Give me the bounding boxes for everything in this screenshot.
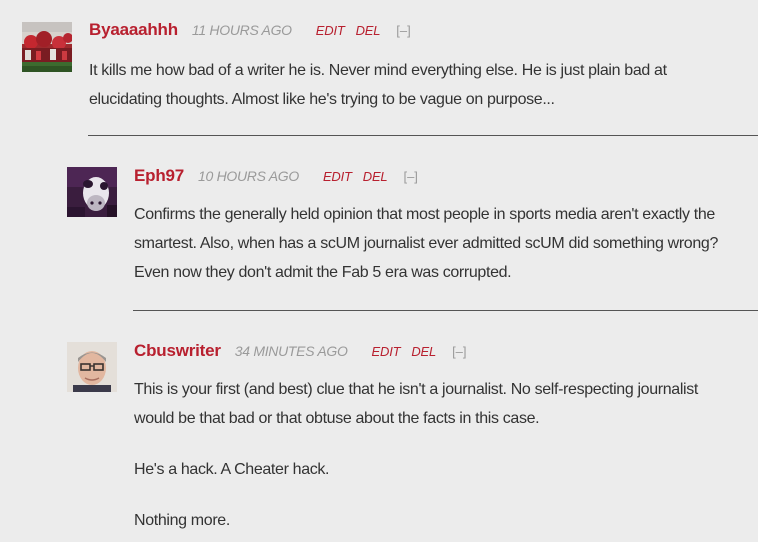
comment-paragraph: This is your first (and best) clue that … — [134, 381, 699, 427]
delete-link[interactable]: DEL — [363, 169, 388, 184]
edit-link[interactable]: EDIT — [316, 23, 345, 38]
avatar[interactable] — [67, 342, 117, 392]
comment-body: This is your first (and best) clue that … — [134, 375, 740, 535]
edit-link[interactable]: EDIT — [372, 344, 401, 359]
comment-paragraph: It kills me how bad of a writer he is. N… — [89, 62, 667, 108]
author-name[interactable]: Eph97 — [134, 166, 184, 186]
comment-header: Cbuswriter 34 MINUTES AGO EDIT DEL [–] — [134, 341, 467, 361]
avatar[interactable] — [67, 167, 117, 217]
collapse-toggle[interactable]: [–] — [403, 169, 417, 184]
edit-link[interactable]: EDIT — [323, 169, 352, 184]
comment-body: It kills me how bad of a writer he is. N… — [89, 56, 729, 114]
timestamp: 10 HOURS AGO — [198, 168, 299, 184]
comment-body: Confirms the generally held opinion that… — [134, 200, 740, 287]
collapse-toggle[interactable]: [–] — [452, 344, 466, 359]
delete-link[interactable]: DEL — [356, 23, 381, 38]
comment-paragraph: Nothing more. — [134, 512, 230, 529]
author-name[interactable]: Byaaaahhh — [89, 20, 178, 40]
delete-link[interactable]: DEL — [411, 344, 436, 359]
comment-paragraph: He's a hack. A Cheater hack. — [134, 461, 330, 478]
comment-paragraph: Confirms the generally held opinion that… — [134, 206, 719, 281]
author-name[interactable]: Cbuswriter — [134, 341, 221, 361]
timestamp: 11 HOURS AGO — [191, 22, 292, 38]
collapse-toggle[interactable]: [–] — [396, 23, 410, 38]
timestamp: 34 MINUTES AGO — [234, 343, 348, 359]
avatar[interactable] — [22, 22, 72, 72]
comment-divider — [133, 310, 758, 311]
comment-header: Byaaaahhh 11 HOURS AGO EDIT DEL [–] — [89, 20, 411, 40]
comment-divider — [88, 135, 758, 136]
comment-header: Eph97 10 HOURS AGO EDIT DEL [–] — [134, 166, 418, 186]
